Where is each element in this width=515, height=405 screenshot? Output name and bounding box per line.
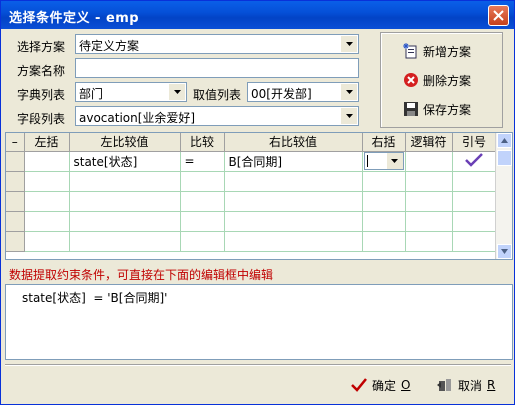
grid-header-right-value[interactable]: 右比较值 (224, 133, 363, 152)
text-caret (366, 155, 368, 167)
add-scheme-label: 新增方案 (423, 44, 472, 59)
ok-shortcut: O (401, 378, 411, 392)
cell-quote[interactable] (452, 151, 497, 172)
constraint-hint: 数据提取约束条件，可直接在下面的编辑框中编辑 (9, 268, 274, 282)
table-row[interactable] (6, 171, 497, 192)
scroll-up-button[interactable] (497, 133, 512, 148)
grid-header-row: – 左括 左比较值 比较 右比较值 右括 逻辑符 引号 (6, 133, 497, 152)
cancel-shortcut: R (487, 378, 496, 392)
grid-header-logic[interactable]: 逻辑符 (405, 133, 453, 152)
cell-rparen[interactable] (362, 151, 406, 172)
cell-right-value[interactable]: B[合同期] (224, 151, 363, 172)
field-label: 字段列表 (17, 112, 66, 126)
condition-grid: – 左括 左比较值 比较 右比较值 右括 逻辑符 引号 state[状态] = … (5, 132, 513, 260)
ok-label: 确定 (372, 378, 397, 393)
delete-scheme-label: 删除方案 (423, 73, 472, 88)
value-list-label: 取值列表 (193, 88, 242, 102)
cell-operator[interactable]: = (180, 151, 225, 172)
ok-button[interactable]: 确定 O (351, 376, 410, 394)
scheme-actions-panel: 新增方案 删除方案 保存方案 (380, 32, 503, 128)
table-row[interactable] (6, 191, 497, 212)
cancel-button[interactable]: 取消 R (437, 376, 495, 394)
footer-divider (5, 364, 511, 366)
scroll-down-button[interactable] (497, 244, 512, 259)
cell-lparen[interactable] (24, 151, 70, 172)
dict-value: 部门 (79, 87, 104, 101)
scroll-thumb[interactable] (497, 150, 512, 166)
delete-scheme-button[interactable]: 删除方案 (403, 69, 471, 91)
table-row[interactable] (6, 231, 497, 252)
value-list-select[interactable]: 00[开发部] (247, 82, 359, 102)
cell-logic[interactable] (405, 151, 453, 172)
chevron-down-icon[interactable] (386, 153, 403, 169)
scheme-select[interactable]: 待定义方案 (75, 34, 359, 54)
dict-label: 字典列表 (17, 88, 66, 102)
new-scheme-icon (403, 43, 419, 59)
chevron-down-icon[interactable] (341, 84, 357, 100)
close-icon (493, 10, 504, 21)
grid-header-rparen[interactable]: 右括 (362, 133, 406, 152)
cancel-icon (437, 379, 451, 391)
row-indicator[interactable] (6, 151, 25, 172)
save-scheme-button[interactable]: 保存方案 (403, 98, 471, 120)
save-icon (403, 101, 419, 117)
close-button[interactable] (488, 5, 509, 26)
chevron-down-icon[interactable] (341, 36, 357, 52)
chevron-down-icon[interactable] (169, 84, 185, 100)
scheme-name-input[interactable] (75, 58, 359, 78)
scheme-name-label: 方案名称 (17, 64, 66, 78)
grid-header-lparen[interactable]: 左括 (24, 133, 70, 152)
title-bar[interactable]: 选择条件定义 - emp (1, 1, 514, 29)
check-icon (465, 152, 483, 167)
scheme-label: 选择方案 (17, 40, 66, 54)
check-icon (351, 378, 367, 392)
rparen-select[interactable] (363, 152, 404, 170)
delete-icon (403, 72, 419, 88)
dialog-window: 选择条件定义 - emp 选择方案 待定义方案 方案名称 字典列表 部门 取值列… (0, 0, 515, 405)
dict-select[interactable]: 部门 (75, 82, 187, 102)
grid-header-operator[interactable]: 比较 (180, 133, 225, 152)
grid-header-indicator: – (6, 133, 25, 152)
cancel-label: 取消 (458, 378, 483, 393)
add-scheme-button[interactable]: 新增方案 (403, 40, 471, 62)
cell-left-value[interactable]: state[状态] (69, 151, 181, 172)
chevron-down-icon[interactable] (341, 108, 357, 124)
grid-header-quote[interactable]: 引号 (452, 133, 497, 152)
save-scheme-label: 保存方案 (423, 102, 472, 117)
condition-editor[interactable]: state[状态] = 'B[合同期]' (5, 284, 513, 360)
value-list-value: 00[开发部] (251, 87, 312, 101)
table-row[interactable]: state[状态] = B[合同期] (6, 151, 497, 172)
grid-scrollbar[interactable] (495, 133, 512, 259)
scheme-value: 待定义方案 (79, 39, 140, 53)
field-select[interactable]: avocation[业余爱好] (75, 106, 359, 126)
table-row[interactable] (6, 211, 497, 232)
window-title: 选择条件定义 - emp (9, 11, 140, 26)
field-value: avocation[业余爱好] (79, 111, 196, 125)
grid-header-left-value[interactable]: 左比较值 (69, 133, 181, 152)
